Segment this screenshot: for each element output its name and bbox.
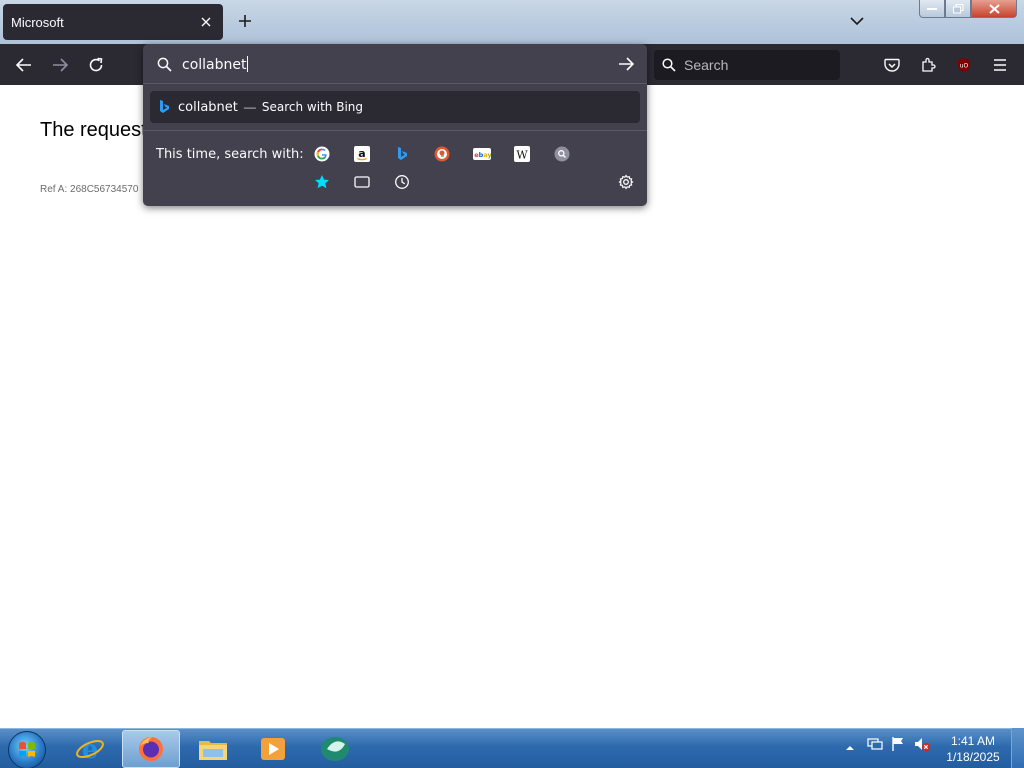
extensions-icon[interactable]: [915, 52, 941, 78]
url-typed-text: collabnet: [182, 57, 247, 73]
search-bar[interactable]: Search: [654, 50, 840, 80]
clock-date: 1/18/2025: [946, 750, 1000, 764]
bing-icon: [160, 100, 169, 113]
taskbar-firefox[interactable]: [122, 730, 180, 768]
svg-text:uO: uO: [960, 63, 969, 70]
taskbar-app[interactable]: [306, 730, 364, 768]
search-icon: [157, 57, 172, 72]
search-settings-gear-icon[interactable]: [616, 172, 636, 192]
search-engine-icon[interactable]: [552, 144, 572, 164]
show-hidden-icons[interactable]: [845, 741, 855, 755]
svg-text:e: e: [82, 735, 99, 764]
one-off-label: This time, search with:: [156, 147, 304, 162]
suggestion-separator: —: [243, 100, 256, 114]
network-icon[interactable]: [866, 735, 884, 756]
svg-text:W: W: [516, 149, 528, 162]
forward-button[interactable]: [47, 52, 73, 78]
ublock-origin-icon[interactable]: uO: [951, 52, 977, 78]
divider: [143, 130, 647, 131]
wikipedia-icon[interactable]: W: [512, 144, 532, 164]
ebay-icon[interactable]: ebay: [472, 144, 492, 164]
list-all-tabs-button[interactable]: [846, 10, 868, 32]
duckduckgo-icon[interactable]: [432, 144, 452, 164]
bing-icon[interactable]: [392, 144, 412, 164]
tabs-icon[interactable]: [352, 172, 372, 192]
amazon-icon[interactable]: a: [354, 146, 370, 162]
search-suggestion-row[interactable]: collabnet — Search with Bing: [150, 91, 640, 123]
page-heading: The request: [40, 119, 147, 141]
system-clock[interactable]: 1:41 AM 1/18/2025: [940, 733, 1006, 765]
taskbar-media-player[interactable]: [244, 730, 302, 768]
search-placeholder: Search: [684, 57, 729, 73]
volume-muted-icon[interactable]: [913, 735, 931, 756]
clock-time: 1:41 AM: [950, 734, 996, 748]
suggestion-term: collabnet: [178, 99, 238, 115]
url-input[interactable]: collabnet: [143, 44, 647, 84]
tab-strip: Microsoft: [0, 0, 1024, 44]
show-desktop-button[interactable]: [1011, 728, 1024, 768]
history-icon[interactable]: [392, 172, 412, 192]
menu-icon[interactable]: [987, 52, 1013, 78]
restore-button[interactable]: [945, 0, 971, 18]
search-icon: [662, 58, 676, 72]
internet-explorer-icon: e: [76, 735, 104, 764]
tab-microsoft[interactable]: Microsoft: [3, 4, 223, 40]
page-ref-text: Ref A: 268C56734570: [40, 184, 139, 195]
tab-title: Microsoft: [11, 14, 64, 30]
taskbar-internet-explorer[interactable]: e: [61, 730, 119, 768]
new-tab-button[interactable]: [234, 10, 256, 32]
close-window-button[interactable]: [971, 0, 1017, 18]
app-icon: [321, 737, 349, 761]
close-tab-icon[interactable]: [197, 13, 215, 31]
reload-button[interactable]: [83, 52, 109, 78]
action-center-flag-icon[interactable]: [890, 735, 906, 756]
start-button[interactable]: [8, 731, 46, 768]
bookmarks-icon[interactable]: [312, 172, 332, 192]
svg-text:a: a: [358, 147, 365, 160]
google-icon[interactable]: [312, 144, 332, 164]
windows-logo-icon: [19, 742, 35, 757]
urlbar-dropdown: collabnet collabnet — Search with Bing T…: [143, 44, 647, 206]
file-explorer-icon: [199, 741, 227, 760]
minimize-button[interactable]: [919, 0, 945, 18]
suggestion-action: Search with Bing: [261, 100, 363, 114]
firefox-icon: [139, 737, 163, 761]
pocket-icon[interactable]: [879, 52, 905, 78]
media-player-icon: [261, 738, 285, 760]
svg-text:ebay: ebay: [474, 151, 491, 159]
go-arrow-icon[interactable]: [618, 57, 634, 71]
taskbar-file-explorer[interactable]: [184, 730, 242, 768]
back-button[interactable]: [11, 52, 37, 78]
